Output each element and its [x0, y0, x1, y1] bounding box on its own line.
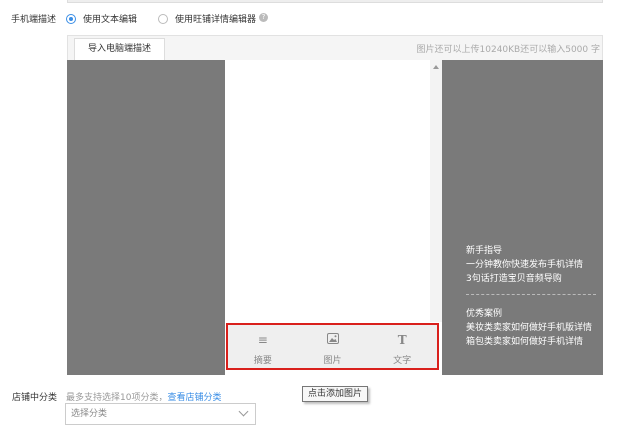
tool-image[interactable]: 图片 — [298, 325, 368, 368]
guide-panel: 新手指导 一分钟教你快速发布手机详情 3句话打造宝贝音频导购 优秀案例 美妆类卖… — [466, 244, 596, 349]
guide-link[interactable]: 一分钟教你快速发布手机详情 — [466, 258, 596, 272]
tool-text-label: 文字 — [367, 353, 437, 366]
text-icon: T — [367, 333, 437, 347]
module-toolbar: ≡ 摘要 图片 T 文字 — [226, 323, 439, 370]
chevron-down-icon — [239, 407, 249, 417]
scroll-up-icon[interactable] — [433, 65, 439, 69]
radio-wangpu-editor[interactable] — [158, 14, 168, 24]
shop-category-label: 店铺中分类 — [12, 390, 57, 403]
tool-summary[interactable]: ≡ 摘要 — [228, 325, 298, 368]
case-link[interactable]: 美妆类卖家如何做好手机版详情 — [466, 321, 596, 335]
guide-title: 新手指导 — [466, 244, 596, 258]
lines-icon: ≡ — [228, 333, 298, 347]
category-select[interactable]: 选择分类 — [65, 403, 256, 425]
radio-text-editor-label[interactable]: 使用文本编辑 — [83, 12, 137, 25]
guide-link[interactable]: 3句话打造宝贝音频导购 — [466, 272, 596, 286]
quota-text: 图片还可以上传10240KB还可以输入5000 字 — [417, 42, 600, 55]
radio-wangpu-editor-label[interactable]: 使用旺铺详情编辑器 — [175, 12, 256, 25]
question-icon[interactable]: ? — [259, 13, 268, 22]
case-link[interactable]: 箱包类卖家如何做好手机详情 — [466, 335, 596, 349]
image-icon — [298, 333, 368, 347]
divider — [466, 294, 596, 295]
view-shop-category-link[interactable]: 查看店铺分类 — [167, 393, 221, 403]
radio-text-editor[interactable] — [66, 14, 76, 24]
tool-summary-label: 摘要 — [228, 353, 298, 366]
hint-text: 最多支持选择10项分类， — [66, 393, 167, 403]
mobile-desc-label: 手机端描述 — [11, 12, 56, 25]
scrollbar[interactable] — [430, 60, 442, 322]
tool-text[interactable]: T 文字 — [367, 325, 437, 368]
import-desktop-desc-button[interactable]: 导入电脑端描述 — [74, 38, 165, 60]
shop-category-hint: 最多支持选择10项分类，查看店铺分类 — [66, 390, 221, 403]
tool-image-label: 图片 — [298, 353, 368, 366]
cases-title: 优秀案例 — [466, 307, 596, 321]
select-placeholder: 选择分类 — [71, 409, 107, 419]
previous-field-box — [67, 0, 603, 3]
tooltip: 点击添加图片 — [302, 386, 368, 402]
